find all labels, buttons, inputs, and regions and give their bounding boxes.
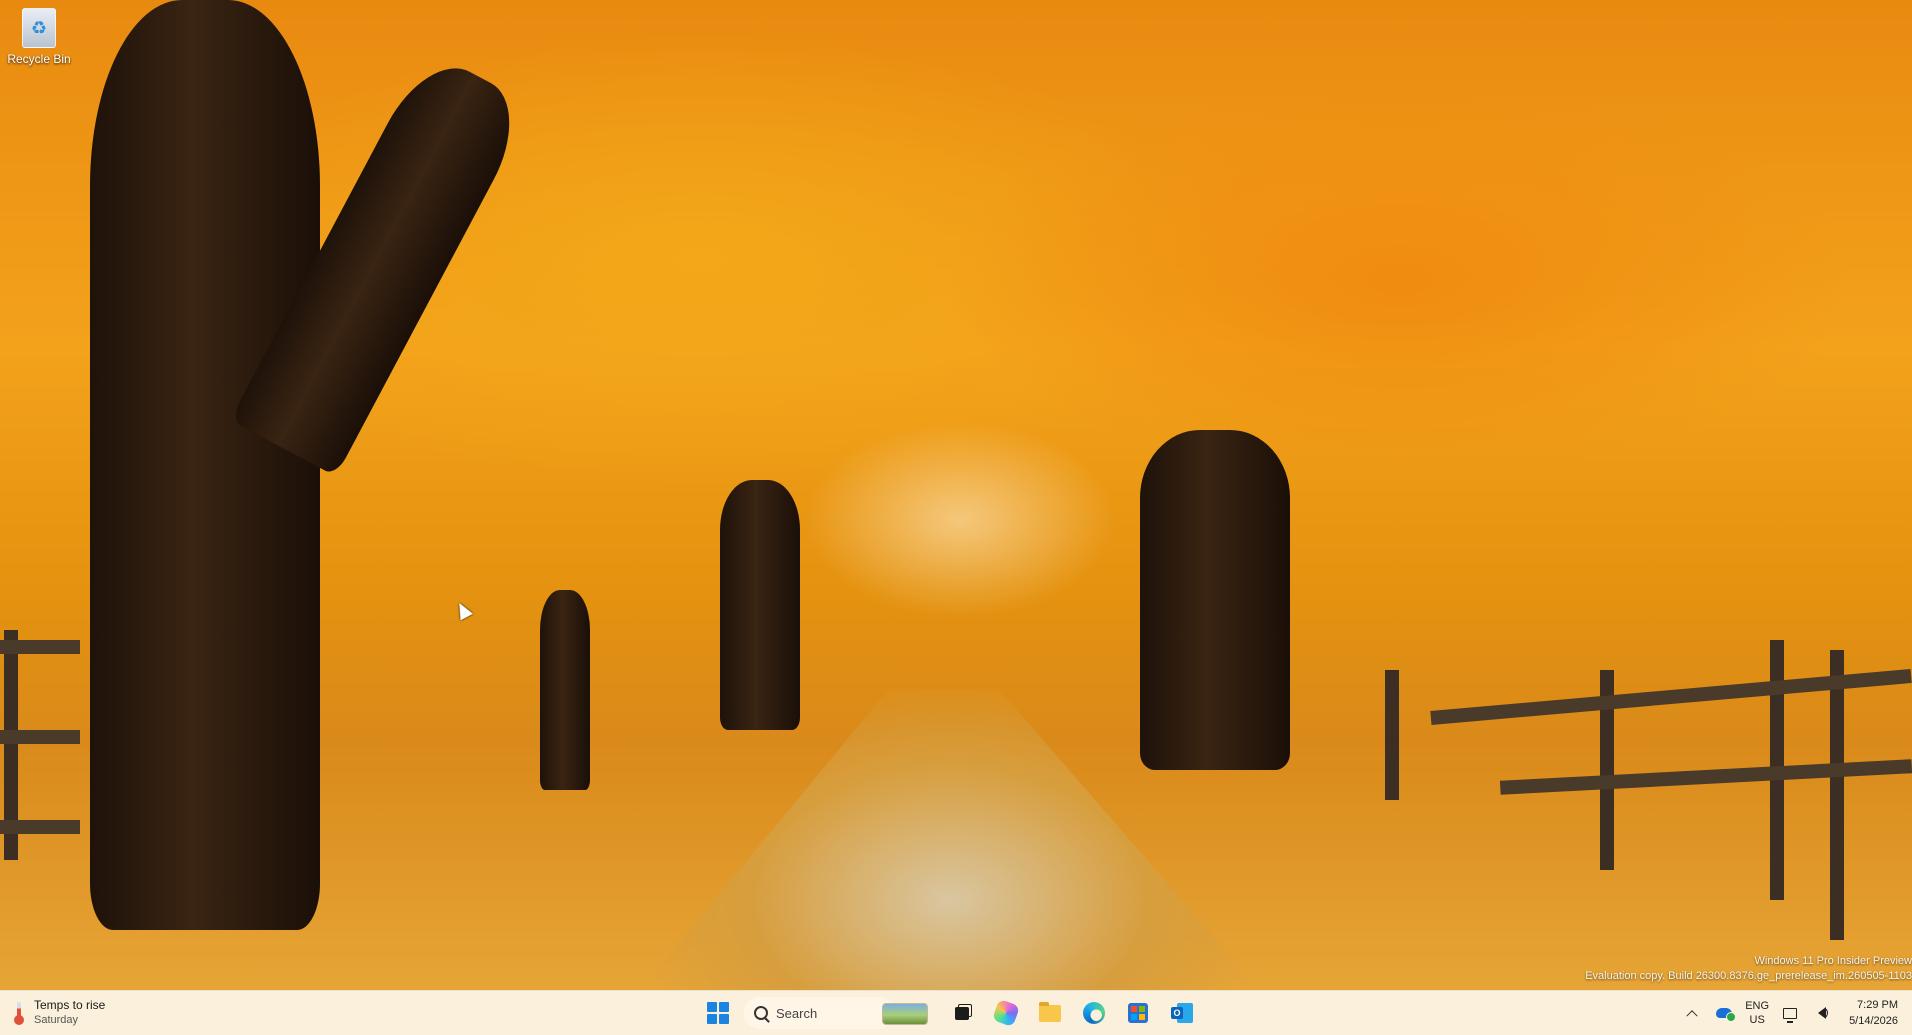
store-button[interactable]: [1120, 995, 1156, 1031]
start-button[interactable]: [700, 995, 736, 1031]
search-placeholder: Search: [776, 1005, 818, 1021]
fence-rail: [1499, 759, 1912, 795]
windows-watermark: Windows 11 Pro Insider Preview Evaluatio…: [1585, 954, 1912, 984]
network-icon: [1783, 1007, 1798, 1023]
weather-widget[interactable]: Temps to rise Saturday: [14, 997, 105, 1029]
desktop-icon-label: Recycle Bin: [7, 52, 71, 66]
task-view-icon: [955, 1003, 972, 1020]
volume-button[interactable]: [1811, 995, 1833, 1031]
weather-subtitle: Saturday: [34, 1014, 79, 1026]
network-button[interactable]: [1779, 995, 1801, 1031]
language-region: US: [1749, 1014, 1765, 1026]
taskbar-search-box[interactable]: Search: [744, 997, 928, 1029]
file-explorer-icon: [1039, 1001, 1061, 1022]
language-code: ENG: [1745, 1000, 1770, 1012]
clock-time: 7:29 PM: [1857, 999, 1898, 1011]
desktop-icon-recycle-bin[interactable]: ♻ Recycle Bin: [4, 8, 74, 66]
search-icon: [754, 1006, 768, 1020]
watermark-edition: Windows 11 Pro Insider Preview: [1754, 955, 1912, 967]
input-language-button[interactable]: ENG US: [1745, 995, 1769, 1031]
fence-rail: [0, 820, 80, 834]
outlook-icon: O: [1171, 1003, 1193, 1023]
show-hidden-icons-button[interactable]: [1681, 995, 1703, 1031]
watermark-build: Evaluation copy. Build 26300.8376.ge_pre…: [1585, 970, 1912, 982]
file-explorer-button[interactable]: [1032, 995, 1068, 1031]
fence-rail: [0, 640, 80, 654]
tree-trunk-right: [1140, 430, 1290, 770]
outlook-button[interactable]: O: [1164, 995, 1200, 1031]
recycle-bin-icon: ♻: [22, 8, 56, 48]
taskbar-pinned-apps: Search O: [700, 995, 1200, 1031]
windows-start-icon: [707, 1002, 729, 1024]
onedrive-tray-button[interactable]: [1713, 995, 1737, 1031]
mouse-cursor: [453, 599, 473, 621]
chevron-up-icon: [1686, 1010, 1698, 1022]
copilot-button[interactable]: [988, 995, 1024, 1031]
system-tray: ENG US 7:29 PM 5/14/2026: [1681, 991, 1898, 1035]
tree-trunk-mid: [720, 480, 800, 730]
fence-post: [1830, 650, 1844, 940]
fence-post: [1385, 670, 1399, 800]
search-highlight-image: [882, 1003, 928, 1025]
clock-button[interactable]: 7:29 PM 5/14/2026: [1843, 995, 1898, 1031]
fence-rail: [0, 730, 80, 744]
taskbar: Temps to rise Saturday Search O ENG US 7…: [0, 990, 1912, 1035]
copilot-icon: [991, 998, 1021, 1028]
volume-icon: [1818, 1007, 1829, 1019]
tree-trunk-mid-left: [540, 590, 590, 790]
edge-button[interactable]: [1076, 995, 1112, 1031]
onedrive-icon: [1716, 1008, 1737, 1022]
edge-icon: [1083, 1002, 1105, 1024]
clock-date: 5/14/2026: [1849, 1015, 1898, 1027]
desktop-wallpaper: ♻ Recycle Bin Windows 11 Pro Insider Pre…: [0, 0, 1912, 990]
store-icon: [1128, 1003, 1148, 1023]
weather-title: Temps to rise: [34, 998, 106, 1012]
tree-trunk-left: [90, 0, 320, 930]
task-view-button[interactable]: [944, 995, 980, 1031]
thermometer-icon: [14, 1002, 24, 1025]
